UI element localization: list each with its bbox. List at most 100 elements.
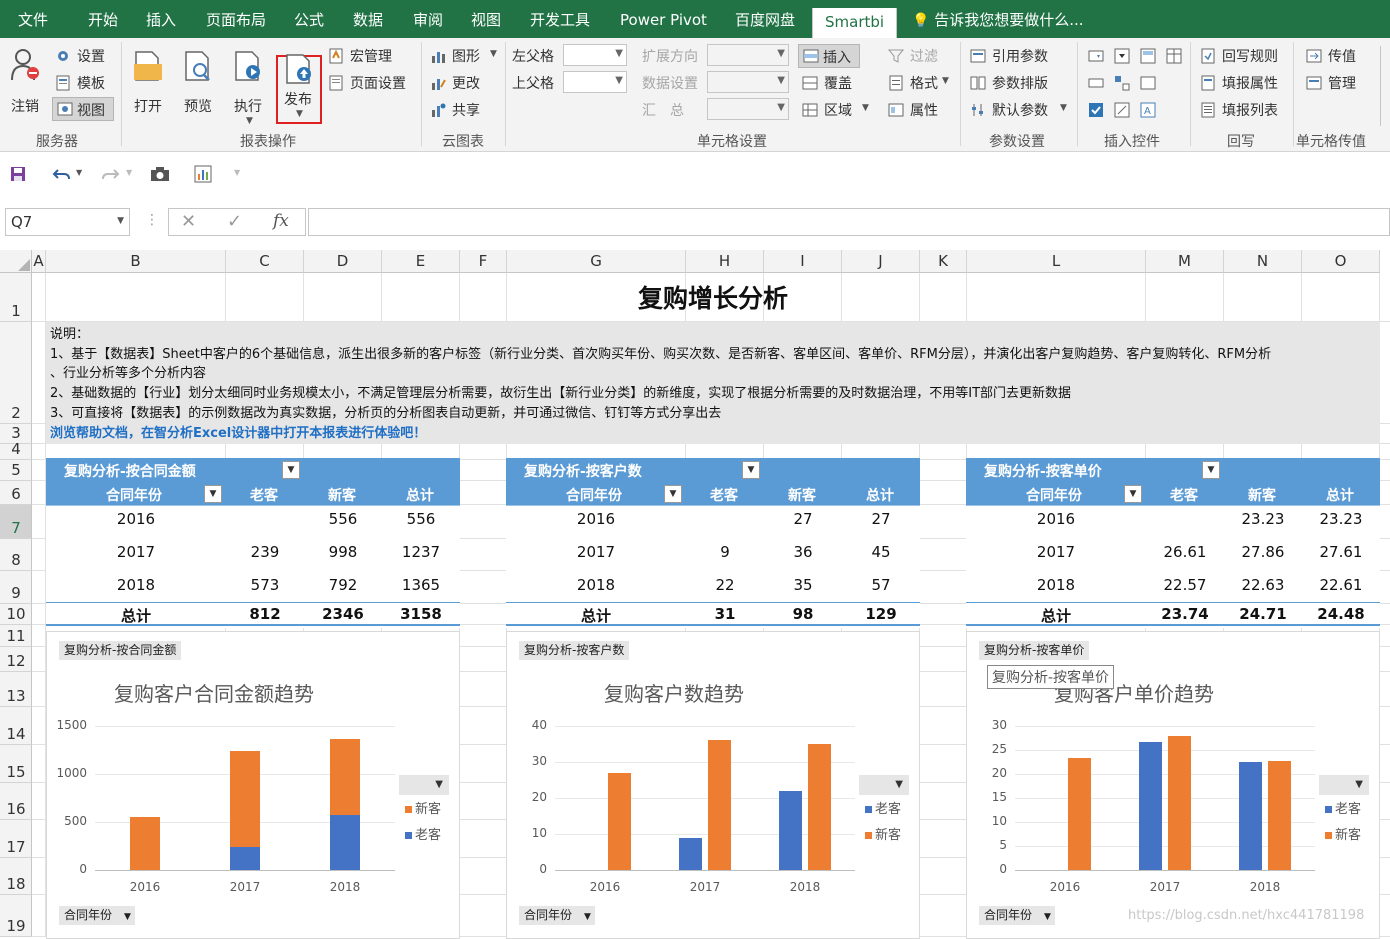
filter-button[interactable]: 过滤 xyxy=(888,46,948,68)
bar[interactable] xyxy=(1268,761,1291,870)
cover-mode-button[interactable]: 覆盖 xyxy=(802,73,862,95)
pivot-total-cell[interactable]: 24.71 xyxy=(1224,605,1302,623)
pivot-cell[interactable]: 2016 xyxy=(966,510,1146,530)
pivot-cell[interactable]: 2017 xyxy=(506,543,686,563)
cloud-update-button[interactable]: 更改 xyxy=(430,73,490,95)
row-header-13[interactable]: 13 xyxy=(0,672,32,707)
bar[interactable] xyxy=(808,744,831,870)
pivot-cell[interactable] xyxy=(226,510,304,530)
control-dropdown-icon[interactable] xyxy=(1114,48,1130,64)
column-header-f[interactable]: F xyxy=(460,250,507,273)
pass-value-button[interactable]: 传值 xyxy=(1306,46,1376,68)
pivot-cell[interactable]: 1237 xyxy=(382,543,460,563)
pivot-cell[interactable]: 9 xyxy=(686,543,764,563)
column-header-e[interactable]: E xyxy=(382,250,460,273)
macro-manage-button[interactable]: 宏管理 xyxy=(328,46,408,68)
pivot-year-dropdown-icon[interactable]: ▼ xyxy=(1124,485,1142,503)
row-header-6[interactable]: 6 xyxy=(0,481,32,505)
control-text-icon[interactable]: A xyxy=(1140,102,1156,118)
undo-icon[interactable] xyxy=(52,166,72,182)
column-header-n[interactable]: N xyxy=(1224,250,1302,273)
pivot-cell[interactable]: 35 xyxy=(764,576,842,596)
bar[interactable] xyxy=(779,790,802,870)
pivot-cell[interactable]: 57 xyxy=(842,576,920,596)
pivot-cell[interactable]: 556 xyxy=(382,510,460,530)
tab-review[interactable]: 审阅 xyxy=(413,0,443,38)
select-all-corner[interactable] xyxy=(0,250,32,273)
cloud-share-button[interactable]: 共享 xyxy=(430,100,490,122)
column-header-m[interactable]: M xyxy=(1146,250,1224,273)
chart-axis-field-button[interactable]: 合同年份 ▼ xyxy=(519,906,595,925)
chart-legend-filter-dropdown[interactable]: ▼ xyxy=(859,775,909,795)
bar[interactable] xyxy=(1068,758,1091,870)
pivot-total-cell[interactable]: 总计 xyxy=(506,605,686,626)
pivot-cell[interactable]: 26.61 xyxy=(1146,543,1224,563)
chart-icon[interactable] xyxy=(194,165,212,183)
row-header-2[interactable]: 2 xyxy=(0,322,32,424)
pivot-cell[interactable]: 2016 xyxy=(46,510,226,530)
tab-home[interactable]: 开始 xyxy=(88,0,118,38)
pivot-cell[interactable]: 2017 xyxy=(966,543,1146,563)
pivot-cell[interactable]: 27.61 xyxy=(1302,543,1380,563)
pivot-filter-dropdown-icon[interactable]: ▼ xyxy=(1202,461,1220,479)
pivot-cell[interactable]: 573 xyxy=(226,576,304,596)
column-header-j[interactable]: J xyxy=(842,250,920,273)
pivot-cell[interactable]: 1365 xyxy=(382,576,460,596)
control-table-icon[interactable] xyxy=(1166,48,1182,64)
chart-pivot-field-tag[interactable]: 复购分析-按合同金额 xyxy=(59,641,182,660)
pivot-cell[interactable]: 2016 xyxy=(506,510,686,530)
pivot-chart[interactable]: 复购分析-按客户数 复购客户数趋势 40 30 20 10 0 2016 2017 2018 ▼ 老客… xyxy=(506,631,920,939)
tab-power-pivot[interactable]: Power Pivot xyxy=(620,0,707,38)
pivot-cell[interactable]: 792 xyxy=(304,576,382,596)
pivot-cell[interactable] xyxy=(1146,510,1224,530)
tab-page-layout[interactable]: 页面布局 xyxy=(206,0,266,38)
control-combo-icon[interactable] xyxy=(1088,48,1104,64)
pivot-chart[interactable]: 复购分析-按客单价 复购客户单价趋势 30 25 20 15 10 5 0 2016 2017 201… xyxy=(966,631,1380,939)
pivot-cell[interactable]: 36 xyxy=(764,543,842,563)
row-header-7[interactable]: 7 xyxy=(0,505,32,539)
tab-insert[interactable]: 插入 xyxy=(146,0,176,38)
tell-me-box[interactable]: 💡 告诉我您想要做什么... xyxy=(912,0,1084,38)
formula-input[interactable] xyxy=(308,208,1390,236)
drag-handle-icon[interactable]: ⋮ xyxy=(145,212,159,228)
template-button[interactable]: 模板 xyxy=(55,73,115,95)
bar[interactable] xyxy=(1239,761,1262,870)
column-header-l[interactable]: L xyxy=(967,250,1146,273)
tab-file[interactable]: 文件 xyxy=(18,0,48,38)
column-header-g[interactable]: G xyxy=(507,250,686,273)
help-link[interactable]: 浏览帮助文档，在智分析Excel设计器中打开本报表进行体验吧！ xyxy=(50,422,426,441)
ref-params-button[interactable]: 引用参数 xyxy=(970,46,1060,68)
bar[interactable] xyxy=(608,772,631,870)
chevron-down-icon[interactable]: ▼ xyxy=(76,168,82,177)
row-header-15[interactable]: 15 xyxy=(0,745,32,783)
row-header-14[interactable]: 14 xyxy=(0,707,32,745)
row-header-4[interactable]: 4 xyxy=(0,440,32,460)
tab-baidu-netdisk[interactable]: 百度网盘 xyxy=(735,0,795,38)
pivot-cell[interactable]: 2018 xyxy=(506,576,686,596)
pivot-filter-dropdown-icon[interactable]: ▼ xyxy=(282,461,300,479)
logout-button[interactable]: 注销 xyxy=(8,46,44,130)
pivot-cell[interactable]: 998 xyxy=(304,543,382,563)
pivot-cell[interactable]: 27 xyxy=(842,510,920,530)
pivot-cell[interactable]: 23.23 xyxy=(1224,510,1302,530)
attribute-button[interactable]: 属性 xyxy=(888,100,948,122)
legend-entry[interactable]: 老客 xyxy=(1325,798,1361,817)
cloud-chart-button[interactable]: 图形 ▼ xyxy=(430,46,500,68)
pivot-cell[interactable]: 22.57 xyxy=(1146,576,1224,596)
chart-axis-field-button[interactable]: 合同年份 ▼ xyxy=(59,906,135,925)
row-header-16[interactable]: 16 xyxy=(0,783,32,820)
pivot-cell[interactable]: 556 xyxy=(304,510,382,530)
row-header-10[interactable]: 10 xyxy=(0,604,32,625)
insert-function-icon[interactable]: fx xyxy=(273,211,289,231)
column-header-i[interactable]: I xyxy=(764,250,842,273)
fill-list-button[interactable]: 填报列表 xyxy=(1200,100,1290,122)
row-header-9[interactable]: 9 xyxy=(0,571,32,604)
legend-entry[interactable]: 老客 xyxy=(865,798,901,817)
cancel-icon[interactable]: ✕ xyxy=(181,211,196,232)
bar-segment[interactable] xyxy=(230,847,260,870)
column-header-k[interactable]: K xyxy=(920,250,967,273)
format-button[interactable]: 格式 ▼ xyxy=(888,73,958,95)
fill-attributes-button[interactable]: 填报属性 xyxy=(1200,73,1290,95)
summary-select[interactable]: ▼ xyxy=(707,98,789,120)
preview-button[interactable]: 预览 xyxy=(182,46,218,130)
